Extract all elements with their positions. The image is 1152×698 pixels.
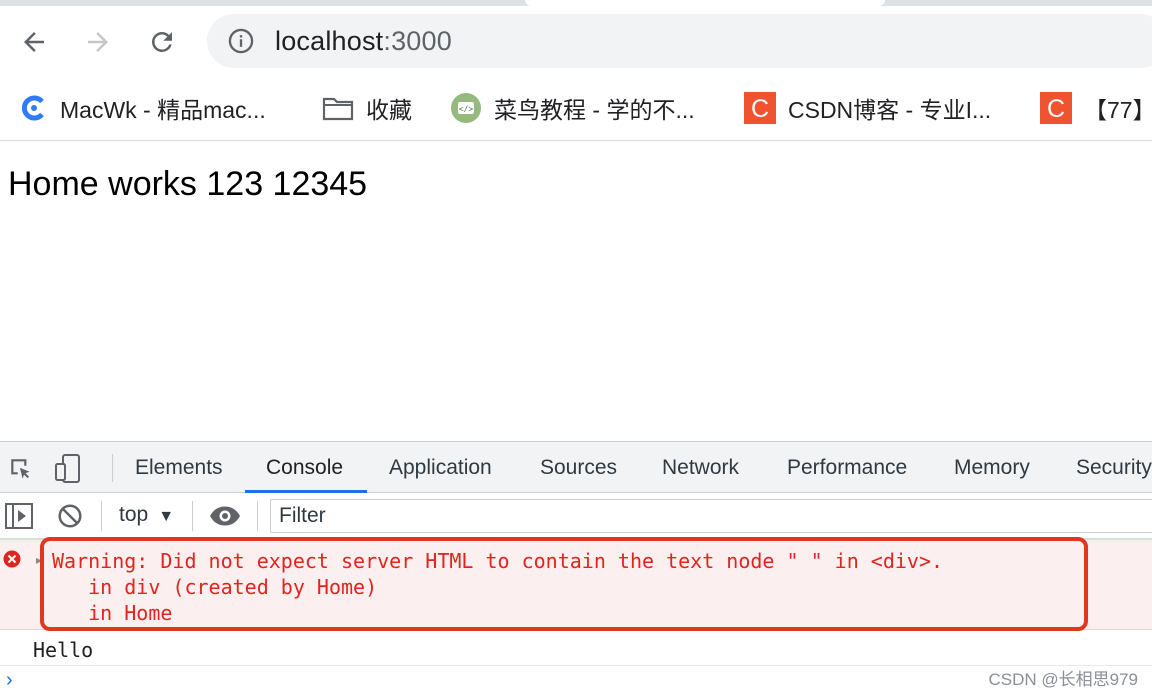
clear-console-icon[interactable] xyxy=(57,503,83,529)
address-bar[interactable]: localhost:3000 xyxy=(207,14,1152,68)
runoob-logo-icon: </> xyxy=(451,93,481,123)
page-viewport: Home works 123 12345 xyxy=(0,141,1152,441)
tab-application[interactable]: Application xyxy=(389,456,492,480)
divider xyxy=(257,501,258,531)
filter-placeholder: Filter xyxy=(279,504,326,527)
devtools-tab-bar: Elements Console Application Sources Net… xyxy=(0,441,1152,493)
bookmark-label: MacWk - 精品mac... xyxy=(60,97,266,123)
bookmark-folder[interactable]: 收藏 xyxy=(322,88,412,128)
sidebar-toggle-icon[interactable] xyxy=(5,503,33,529)
console-log-message[interactable]: Hello xyxy=(0,630,1152,666)
svg-text:</>: </> xyxy=(459,105,474,114)
tab-security[interactable]: Security xyxy=(1076,456,1152,480)
tab-elements[interactable]: Elements xyxy=(135,456,223,480)
divider xyxy=(112,454,113,482)
bookmark-label: 菜鸟教程 - 学的不... xyxy=(494,97,695,123)
console-prompt-icon[interactable]: › xyxy=(6,669,13,692)
svg-text:C: C xyxy=(751,95,769,123)
info-icon[interactable] xyxy=(227,27,255,55)
divider xyxy=(192,501,193,531)
folder-icon xyxy=(322,97,354,121)
context-label: top xyxy=(119,503,149,526)
bookmarks-bar: MacWk - 精品mac... 收藏 </> 菜鸟教程 - 学的不... C … xyxy=(0,76,1152,141)
bookmark-label: 【77】 xyxy=(1084,97,1152,123)
tab-performance[interactable]: Performance xyxy=(787,456,907,480)
bookmark-77[interactable]: C 【77】 xyxy=(1040,88,1152,128)
bookmark-runoob[interactable]: </> 菜鸟教程 - 学的不... xyxy=(450,88,695,128)
bookmark-csdn[interactable]: C CSDN博客 - 专业I... xyxy=(744,88,991,128)
annotation-highlight-box xyxy=(40,537,1088,631)
dropdown-arrow-icon: ▼ xyxy=(158,508,175,525)
csdn-logo-icon: C xyxy=(744,92,776,124)
context-selector[interactable]: top ▼ xyxy=(119,503,174,527)
reload-icon xyxy=(152,32,172,52)
tab-console[interactable]: Console xyxy=(266,456,343,480)
macwk-logo-icon xyxy=(21,95,44,121)
divider xyxy=(101,501,102,531)
reload-button[interactable] xyxy=(144,24,180,60)
bookmark-label: CSDN博客 - 专业I... xyxy=(788,97,992,123)
svg-text:C: C xyxy=(1047,95,1065,123)
bookmark-label: 收藏 xyxy=(366,97,412,123)
tab-sources[interactable]: Sources xyxy=(540,456,617,480)
arrow-right-icon xyxy=(88,32,108,52)
tab-network[interactable]: Network xyxy=(662,456,739,480)
inspect-element-icon[interactable] xyxy=(8,456,34,482)
log-text: Hello xyxy=(33,638,94,662)
eye-icon[interactable] xyxy=(209,505,241,527)
csdn-logo-icon: C xyxy=(1040,92,1072,124)
bookmark-macwk[interactable]: MacWk - 精品mac... xyxy=(20,88,266,128)
browser-toolbar: localhost:3000 xyxy=(0,6,1152,76)
back-button[interactable] xyxy=(16,24,52,60)
page-heading: Home works 123 12345 xyxy=(8,165,368,203)
arrow-left-icon xyxy=(24,32,44,52)
url-text[interactable]: localhost:3000 xyxy=(275,26,452,57)
devtools-panel: Elements Console Application Sources Net… xyxy=(0,441,1152,698)
forward-button[interactable] xyxy=(80,24,116,60)
device-toolbar-icon[interactable] xyxy=(54,454,82,484)
console-toolbar: top ▼ Filter xyxy=(0,493,1152,539)
filter-input[interactable]: Filter xyxy=(270,499,1152,533)
tab-memory[interactable]: Memory xyxy=(954,456,1030,480)
url-port: :3000 xyxy=(383,26,452,56)
watermark: CSDN @长相思979 xyxy=(988,670,1138,689)
error-icon xyxy=(3,550,21,568)
url-host: localhost xyxy=(275,26,384,56)
